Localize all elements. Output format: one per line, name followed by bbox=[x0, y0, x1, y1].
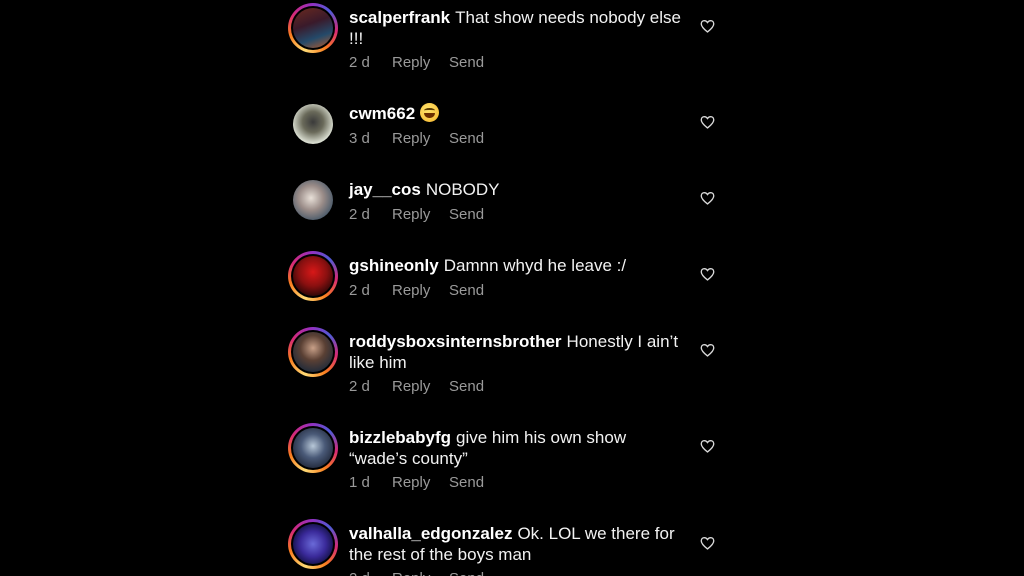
comment-username[interactable]: roddysboxsinternsbrother bbox=[349, 332, 562, 351]
send-button[interactable]: Send bbox=[449, 378, 484, 395]
like-heart-icon[interactable] bbox=[700, 19, 715, 33]
avatar-photo-icon bbox=[293, 332, 333, 372]
comment-age: 2 d bbox=[349, 570, 392, 576]
comment-username[interactable]: bizzlebabyfg bbox=[349, 428, 451, 447]
like-heart-icon[interactable] bbox=[700, 439, 715, 453]
comment-meta: 2 d ReplySend bbox=[349, 206, 484, 223]
avatar-story-ring[interactable] bbox=[288, 519, 338, 569]
comment-meta: 3 d Reply Send bbox=[349, 130, 484, 147]
comment-body: bizzlebabyfg give him his own show “wade’… bbox=[349, 427, 689, 469]
like-heart-icon[interactable] bbox=[700, 536, 715, 550]
comment-body: valhalla_edgonzalez Ok. LOL we there for … bbox=[349, 523, 689, 565]
avatar-story-ring[interactable] bbox=[288, 327, 338, 377]
comment-username[interactable]: gshineonly bbox=[349, 256, 439, 275]
comment-body: cwm662 bbox=[349, 103, 689, 124]
avatar-story-ring[interactable] bbox=[288, 251, 338, 301]
reply-button[interactable]: Reply bbox=[392, 282, 449, 299]
reply-button[interactable]: Reply bbox=[392, 378, 449, 395]
comment-meta: 1 d Reply Send bbox=[349, 474, 484, 491]
comment-username[interactable]: jay__cos bbox=[349, 180, 421, 199]
like-heart-icon[interactable] bbox=[700, 343, 715, 357]
avatar-story-ring[interactable] bbox=[288, 423, 338, 473]
comment-age: 2 d bbox=[349, 54, 370, 71]
send-button[interactable]: Send bbox=[449, 282, 484, 299]
comments-feed[interactable]: scalperfrank That show needs nobody else … bbox=[0, 0, 1024, 576]
send-button[interactable]: Send bbox=[449, 54, 484, 71]
comment-age: 3 d bbox=[349, 130, 370, 147]
comment-meta: 2 dReplySend bbox=[349, 570, 484, 576]
avatar[interactable] bbox=[288, 99, 338, 149]
avatar-photo-icon bbox=[293, 524, 333, 564]
comment-username[interactable]: cwm662 bbox=[349, 104, 415, 123]
reply-button[interactable]: Reply bbox=[392, 54, 449, 71]
grinning-squinting-face-emoji bbox=[420, 103, 440, 122]
comment-body: roddysboxsinternsbrother Honestly I ain’t… bbox=[349, 331, 689, 373]
avatar-photo-icon bbox=[293, 8, 333, 48]
avatar-photo-icon bbox=[293, 180, 333, 220]
like-heart-icon[interactable] bbox=[700, 191, 715, 205]
reply-button[interactable]: Reply bbox=[392, 474, 449, 491]
comment-age: 1 d bbox=[349, 474, 370, 491]
comment-text: Damnn whyd he leave :/ bbox=[443, 256, 627, 275]
comment-body: gshineonly Damnn whyd he leave :/ bbox=[349, 255, 689, 276]
comment-text: NOBODY bbox=[425, 180, 500, 199]
comment-username[interactable]: scalperfrank bbox=[349, 8, 450, 27]
comment-age: 2 d bbox=[349, 378, 370, 395]
reply-button[interactable]: Reply bbox=[392, 570, 449, 576]
like-heart-icon[interactable] bbox=[700, 115, 715, 129]
reply-button[interactable]: Reply bbox=[392, 206, 449, 223]
comment-age: 2 d bbox=[349, 282, 370, 299]
comment-meta: 2 d ReplySend bbox=[349, 282, 484, 299]
comment-body: jay__cos NOBODY bbox=[349, 179, 689, 200]
comment-meta: 2 d ReplySend bbox=[349, 378, 484, 395]
comment-age: 2 d bbox=[349, 206, 370, 223]
send-button[interactable]: Send bbox=[449, 206, 484, 223]
comment-meta: 2 d ReplySend bbox=[349, 54, 484, 71]
reply-button[interactable]: Reply bbox=[392, 130, 449, 147]
send-button[interactable]: Send bbox=[449, 474, 484, 491]
like-heart-icon[interactable] bbox=[700, 267, 715, 281]
avatar-story-ring[interactable] bbox=[288, 3, 338, 53]
comment-username[interactable]: valhalla_edgonzalez bbox=[349, 524, 512, 543]
avatar-photo-icon bbox=[293, 256, 333, 296]
avatar[interactable] bbox=[288, 175, 338, 225]
send-button[interactable]: Send bbox=[449, 570, 484, 576]
send-button[interactable]: Send bbox=[449, 130, 484, 147]
comment-body: scalperfrank That show needs nobody else … bbox=[349, 7, 689, 49]
avatar-photo-icon bbox=[293, 428, 333, 468]
avatar-photo-icon bbox=[293, 104, 333, 144]
